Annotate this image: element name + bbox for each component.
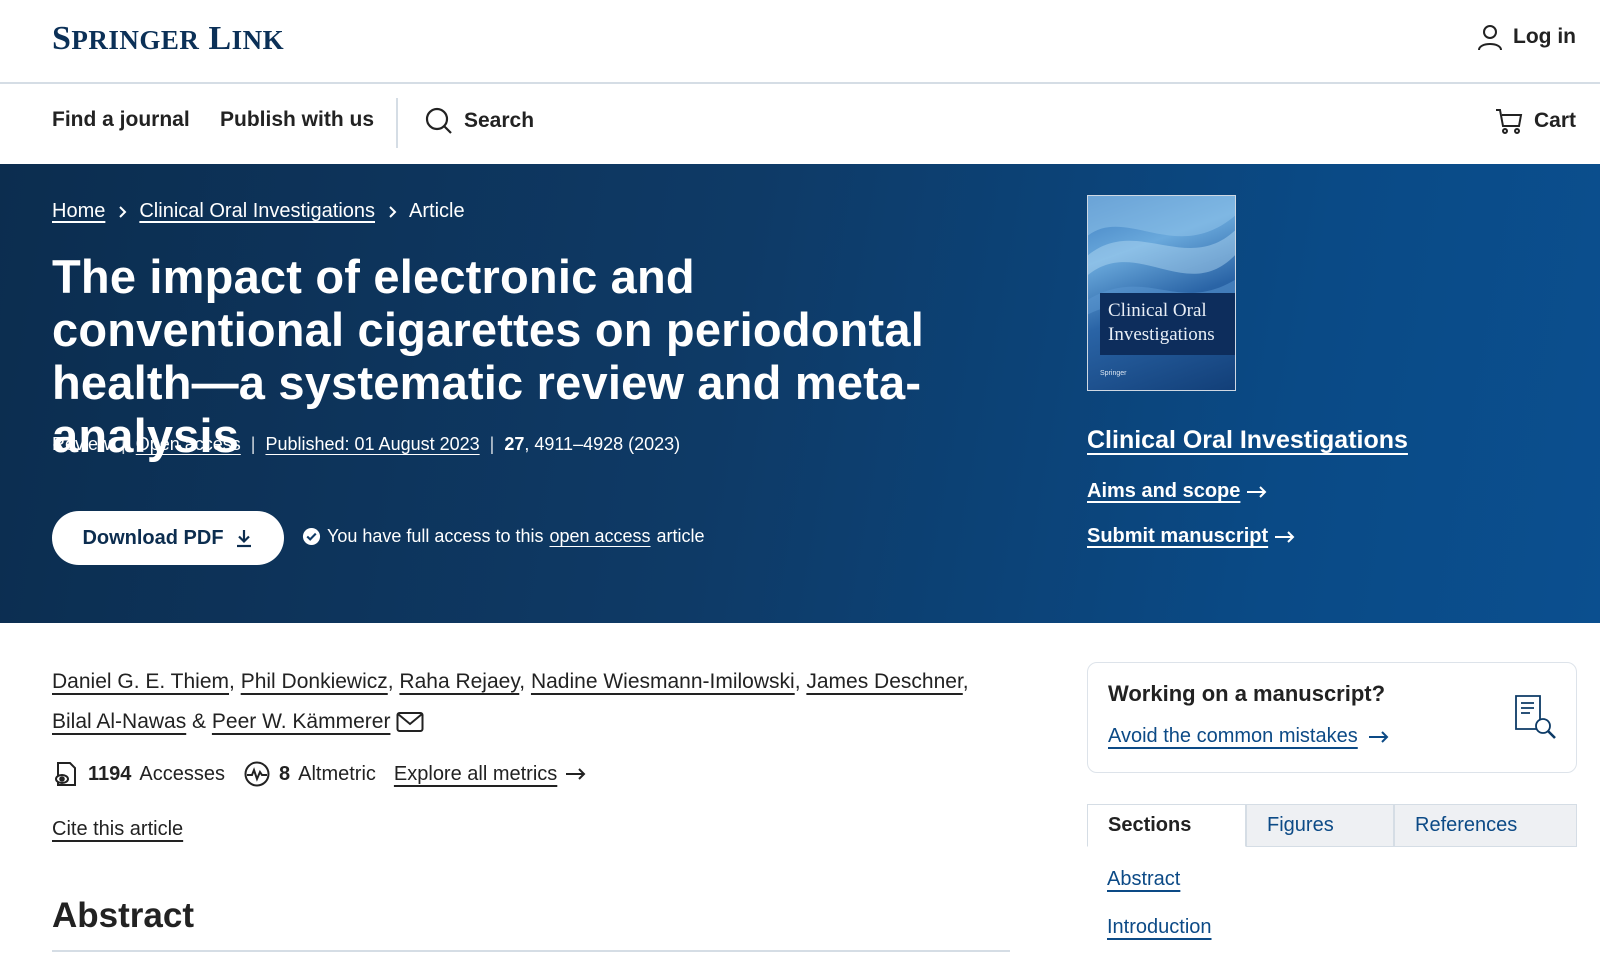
promo-title: Working on a manuscript? [1108,681,1386,706]
download-pdf-label: Download PDF [82,526,224,549]
arrow-right-icon [1368,730,1389,743]
nav-divider [396,98,398,148]
toc-item-abstract[interactable]: Abstract [1107,868,1180,891]
altmetric-metric: 8 Altmetric [243,760,376,788]
breadcrumb-journal[interactable]: Clinical Oral Investigations [139,200,375,223]
journal-cover-image[interactable]: Clinical Oral Investigations Springer [1087,195,1236,391]
manuscript-promo-card: Working on a manuscript? Avoid the commo… [1087,662,1577,773]
search-icon [425,107,452,134]
document-search-icon [1515,695,1556,739]
article-title: The impact of electronic and conventiona… [52,250,925,462]
cover-title: Clinical Oral Investigations [1100,293,1235,355]
search-label: Search [464,109,535,132]
cart-label: Cart [1533,109,1576,132]
arrow-right-icon [1275,530,1295,543]
cart-icon [1495,109,1523,134]
author-link[interactable]: Raha Rejaey [399,670,519,693]
article-tabs: Sections Figures References [1087,804,1577,847]
accesses-value: 1194 [88,762,132,785]
open-access-link[interactable]: Open access [136,434,241,455]
author-list: Daniel G. E. Thiem, Phil Donkiewicz, Rah… [52,670,969,733]
tab-references[interactable]: References [1394,804,1577,847]
author-link[interactable]: Peer W. Kämmerer [212,710,391,733]
volume-number: 27 [504,434,525,454]
arrow-right-icon [566,768,586,780]
tab-sections[interactable]: Sections [1087,804,1246,847]
avoid-mistakes-link[interactable]: Avoid the common mistakes [1108,725,1390,748]
nav-find-journal[interactable]: Find a journal [52,108,190,132]
altmetric-value: 8 [278,762,291,785]
article-hero: Home Clinical Oral Investigations Articl… [0,164,1600,623]
altmetric-icon [244,761,270,787]
cart-button[interactable]: Cart [1494,106,1576,136]
search-button[interactable]: Search [424,106,534,136]
cite-article-link[interactable]: Cite this article [52,818,183,841]
author-link[interactable]: Nadine Wiesmann-Imilowski [531,670,795,693]
chevron-right-icon [119,205,127,218]
author-link[interactable]: Bilal Al-Nawas [52,710,186,733]
toc-item-introduction[interactable]: Introduction [1107,916,1212,939]
altmetric-label: Altmetric [298,762,376,785]
accesses-icon [55,762,76,786]
main-nav: Find a journal Publish with us Search Ca… [0,84,1600,164]
accesses-metric: 1194 Accesses [52,760,225,788]
access-suffix: article [656,526,705,546]
article-type: Review [52,434,112,454]
access-open-access-link[interactable]: open access [549,526,650,547]
nav-publish[interactable]: Publish with us [220,108,374,132]
arrow-right-icon [1247,485,1267,498]
explore-metrics-link[interactable]: Explore all metrics [394,763,587,786]
author-link[interactable]: Daniel G. E. Thiem [52,670,229,693]
article-meta: Review | Open access | Published: 01 Aug… [52,434,681,455]
mail-icon[interactable] [396,711,424,733]
aims-scope-link[interactable]: Aims and scope [1087,480,1268,503]
chevron-right-icon [389,205,397,218]
author-link[interactable]: Phil Donkiewicz [241,670,388,693]
login-button[interactable]: Log in [1475,22,1576,52]
cover-publisher: Springer [1100,370,1127,377]
breadcrumb-current: Article [409,200,465,222]
springer-link-logo[interactable]: SPRINGER LINK [52,20,284,58]
access-prefix: You have full access to this [327,526,544,546]
site-header: SPRINGER LINK Log in [0,0,1600,84]
download-icon [236,530,251,548]
pages-year: , 4911–4928 (2023) [524,434,681,454]
article-metrics: 1194 Accesses 8 Altmetric Explore all me… [52,760,587,788]
section-divider [52,950,1010,952]
breadcrumb-home[interactable]: Home [52,200,105,223]
download-pdf-button[interactable]: Download PDF [52,511,284,565]
accesses-label: Accesses [139,762,225,785]
user-icon [1478,25,1503,51]
abstract-heading: Abstract [52,896,194,935]
access-note: You have full access to this open access… [302,526,705,547]
tab-figures[interactable]: Figures [1246,804,1394,847]
journal-name-link[interactable]: Clinical Oral Investigations [1087,426,1408,455]
published-date-link[interactable]: Published: 01 August 2023 [265,434,479,455]
author-link[interactable]: James Deschner [806,670,962,693]
login-label: Log in [1513,25,1576,48]
breadcrumb: Home Clinical Oral Investigations Articl… [52,200,465,223]
submit-manuscript-link[interactable]: Submit manuscript [1087,525,1296,548]
check-circle-icon [302,527,321,546]
